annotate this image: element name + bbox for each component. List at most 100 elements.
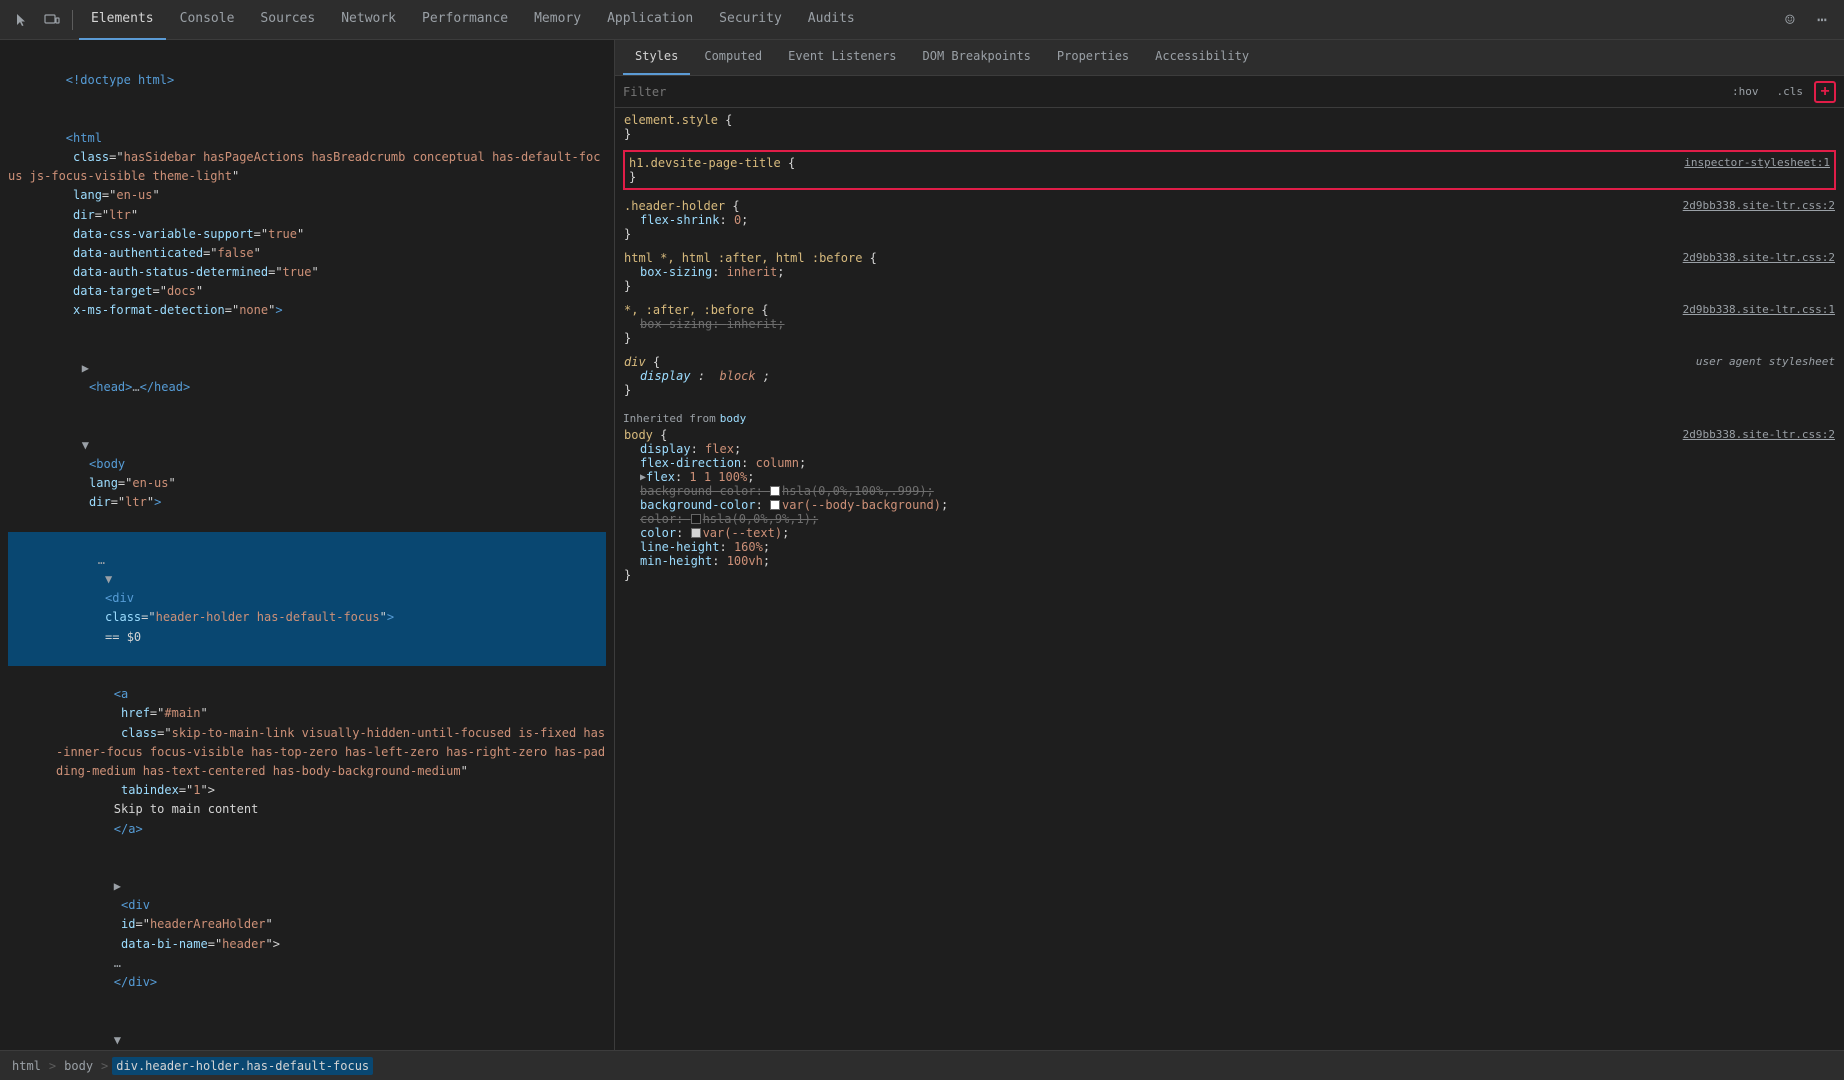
html-star-rule-header: html *, html :after, html :before { 2d9b… bbox=[624, 251, 1835, 265]
toolbar: Elements Console Sources Network Perform… bbox=[0, 0, 1844, 40]
inspector-stylesheet-source[interactable]: inspector-stylesheet:1 bbox=[1684, 156, 1830, 169]
skip-link-line[interactable]: <a href="#main" class="skip-to-main-link… bbox=[8, 666, 606, 858]
tab-performance[interactable]: Performance bbox=[410, 0, 520, 40]
star-rule-close: } bbox=[624, 331, 1835, 345]
bg-color-property-2: background-color : var(--body-background… bbox=[624, 498, 1835, 512]
breadcrumb-sep-2: > bbox=[101, 1059, 108, 1073]
user-agent-source: user agent stylesheet bbox=[1696, 355, 1835, 368]
body-selector[interactable]: body { bbox=[624, 428, 667, 442]
devsite-page-title-selector[interactable]: h1.devsite-page-title { bbox=[629, 156, 795, 170]
add-style-button[interactable]: + bbox=[1814, 81, 1836, 103]
styles-sub-tabs: Styles Computed Event Listeners DOM Brea… bbox=[615, 40, 1844, 76]
flex-shrink-property: flex-shrink : 0 ; bbox=[624, 213, 1835, 227]
box-sizing-inherit-property: box-sizing : inherit ; bbox=[624, 265, 1835, 279]
tab-event-listeners[interactable]: Event Listeners bbox=[776, 39, 908, 75]
tab-properties[interactable]: Properties bbox=[1045, 39, 1141, 75]
star-selector[interactable]: *, :after, :before { bbox=[624, 303, 769, 317]
tab-sources[interactable]: Sources bbox=[248, 0, 327, 40]
header-holder-rule-header: .header-holder { 2d9bb338.site-ltr.css:2 bbox=[624, 199, 1835, 213]
elements-content: <!doctype html> <html class="hasSidebar … bbox=[0, 48, 614, 1050]
html-star-source[interactable]: 2d9bb338.site-ltr.css:2 bbox=[1683, 251, 1835, 264]
bg-color-swatch-2[interactable] bbox=[770, 500, 780, 510]
head-line[interactable]: ▶ <head>…</head> bbox=[8, 340, 606, 417]
styles-panel: Styles Computed Event Listeners DOM Brea… bbox=[615, 40, 1844, 1050]
flex-direction-property: flex-direction : column ; bbox=[624, 456, 1835, 470]
html-star-rule-close: } bbox=[624, 279, 1835, 293]
filter-buttons: :hov .cls + bbox=[1725, 81, 1836, 103]
devsite-page-title-close: } bbox=[629, 170, 1830, 184]
tab-audits[interactable]: Audits bbox=[796, 0, 867, 40]
tab-styles[interactable]: Styles bbox=[623, 39, 690, 75]
element-style-selector[interactable]: element.style { bbox=[624, 113, 732, 127]
devsite-page-title-header: h1.devsite-page-title { inspector-styles… bbox=[629, 156, 1830, 170]
elements-panel: <!doctype html> <html class="hasSidebar … bbox=[0, 40, 615, 1050]
header-holder-rule: .header-holder { 2d9bb338.site-ltr.css:2… bbox=[623, 198, 1836, 242]
body-rule-header: body { 2d9bb338.site-ltr.css:2 bbox=[624, 428, 1835, 442]
flex-property: ▶ flex : 1 1 100% ; bbox=[624, 470, 1835, 484]
min-height-property: min-height : 100vh ; bbox=[624, 554, 1835, 568]
tab-application[interactable]: Application bbox=[595, 0, 705, 40]
body-source[interactable]: 2d9bb338.site-ltr.css:2 bbox=[1683, 428, 1835, 441]
div-user-agent-close: } bbox=[624, 383, 1835, 397]
div-selector[interactable]: div { bbox=[624, 355, 660, 369]
tab-security[interactable]: Security bbox=[707, 0, 794, 40]
header-holder-rule-close: } bbox=[624, 227, 1835, 241]
tab-network[interactable]: Network bbox=[329, 0, 408, 40]
element-style-header: element.style { bbox=[624, 113, 1835, 127]
tab-dom-breakpoints[interactable]: DOM Breakpoints bbox=[911, 39, 1043, 75]
box-sizing-strikethrough: box-sizing : inherit ; bbox=[624, 317, 1835, 331]
star-rule-header: *, :after, :before { 2d9bb338.site-ltr.c… bbox=[624, 303, 1835, 317]
doctype-line: <!doctype html> bbox=[8, 52, 606, 110]
header-holder-line[interactable]: … ▼ <div class="header-holder has-defaul… bbox=[8, 532, 606, 666]
body-rule: body { 2d9bb338.site-ltr.css:2 display :… bbox=[623, 427, 1836, 583]
star-rule: *, :after, :before { 2d9bb338.site-ltr.c… bbox=[623, 302, 1836, 346]
element-style-close: } bbox=[624, 127, 1835, 141]
color-strikethrough-1: color : hsla(0,0%,9%,1) ; bbox=[624, 512, 1835, 526]
html-tag-line[interactable]: <html class="hasSidebar hasPageActions h… bbox=[8, 110, 606, 340]
bg-color-swatch-1[interactable] bbox=[770, 486, 780, 496]
tab-console[interactable]: Console bbox=[168, 0, 247, 40]
color-property-2: color : var(--text) ; bbox=[624, 526, 1835, 540]
hov-button[interactable]: :hov bbox=[1725, 82, 1766, 101]
display-flex-property: display : flex ; bbox=[624, 442, 1835, 456]
toolbar-divider-1 bbox=[72, 10, 73, 30]
filter-bar: :hov .cls + bbox=[615, 76, 1844, 108]
element-style-rule: element.style { } bbox=[623, 112, 1836, 142]
filter-input[interactable] bbox=[623, 85, 1717, 99]
header-area-holder-line[interactable]: ▶ <div id="headerAreaHolder" data-bi-nam… bbox=[8, 858, 606, 1012]
html-star-selector[interactable]: html *, html :after, html :before { bbox=[624, 251, 877, 265]
tab-memory[interactable]: Memory bbox=[522, 0, 593, 40]
breadcrumb-body[interactable]: body bbox=[60, 1057, 97, 1075]
body-rule-close: } bbox=[624, 568, 1835, 582]
breadcrumb-sep-1: > bbox=[49, 1059, 56, 1073]
tab-computed[interactable]: Computed bbox=[692, 39, 774, 75]
cursor-tool-icon[interactable] bbox=[8, 6, 36, 34]
smiley-icon[interactable]: ☺ bbox=[1776, 6, 1804, 34]
star-source[interactable]: 2d9bb338.site-ltr.css:1 bbox=[1683, 303, 1835, 316]
styles-content: element.style { } h1.devsite-page-title … bbox=[615, 108, 1844, 1050]
line-height-property: line-height : 160% ; bbox=[624, 540, 1835, 554]
color-swatch-1[interactable] bbox=[691, 514, 701, 524]
div-user-agent-rule: div { user agent stylesheet display : bl… bbox=[623, 354, 1836, 398]
main-layout: <!doctype html> <html class="hasSidebar … bbox=[0, 40, 1844, 1050]
body-open-line[interactable]: ▼ <body lang="en-us" dir="ltr"> bbox=[8, 417, 606, 532]
breadcrumb-bar: html > body > div.header-holder.has-defa… bbox=[0, 1050, 1844, 1080]
device-emulation-icon[interactable] bbox=[38, 6, 66, 34]
devsite-page-title-rule: h1.devsite-page-title { inspector-styles… bbox=[623, 150, 1836, 190]
bg-color-strikethrough-1: background-color : hsla(0,0%,100%,.999) … bbox=[624, 484, 1835, 498]
cls-button[interactable]: .cls bbox=[1770, 82, 1811, 101]
toolbar-right: ☺ ⋯ bbox=[1776, 6, 1836, 34]
tab-elements[interactable]: Elements bbox=[79, 0, 166, 40]
header-holder-selector[interactable]: .header-holder { bbox=[624, 199, 740, 213]
more-options-icon[interactable]: ⋯ bbox=[1808, 6, 1836, 34]
color-swatch-2[interactable] bbox=[691, 528, 701, 538]
tab-accessibility[interactable]: Accessibility bbox=[1143, 39, 1261, 75]
display-block-property: display : block ; bbox=[624, 369, 1835, 383]
html-star-rule: html *, html :after, html :before { 2d9b… bbox=[623, 250, 1836, 294]
breadcrumb-header-holder[interactable]: div.header-holder.has-default-focus bbox=[112, 1057, 373, 1075]
div-user-agent-header: div { user agent stylesheet bbox=[624, 355, 1835, 369]
content-header-line[interactable]: ▼ <div class="content-header uhf-contain… bbox=[8, 1011, 606, 1050]
breadcrumb-html[interactable]: html bbox=[8, 1057, 45, 1075]
inherited-from-body: Inherited from body bbox=[623, 406, 1836, 427]
header-holder-source[interactable]: 2d9bb338.site-ltr.css:2 bbox=[1683, 199, 1835, 212]
